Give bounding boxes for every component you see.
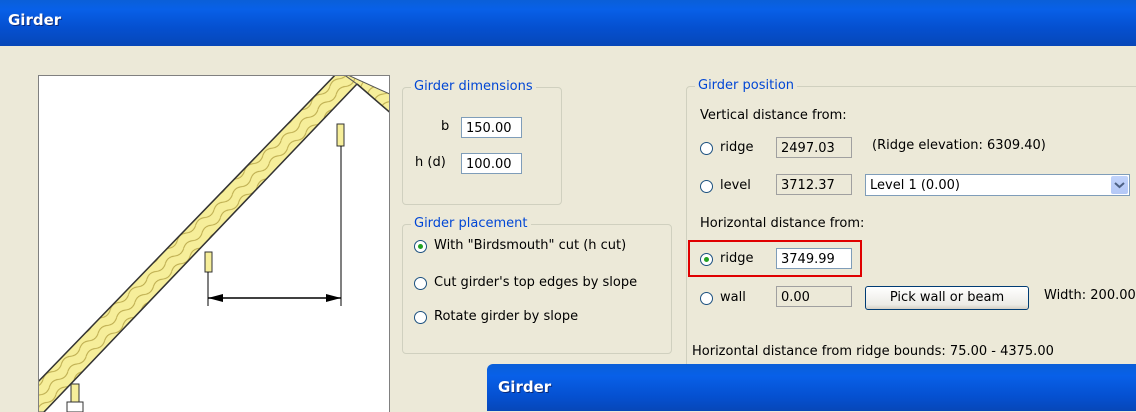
girder-diagram xyxy=(39,76,389,412)
girder-dimensions-group: Girder dimensions xyxy=(402,79,562,205)
horizontal-wall-value: 0.00 xyxy=(776,286,852,307)
width-text: Width: 200.00 xyxy=(1044,288,1136,303)
horizontal-wall-label[interactable]: wall xyxy=(720,290,746,305)
vertical-ridge-radio[interactable] xyxy=(700,142,713,155)
cut-top-edges-label[interactable]: Cut girder's top edges by slope xyxy=(434,275,637,290)
b-label: b xyxy=(441,119,450,134)
vertical-level-radio[interactable] xyxy=(700,180,713,193)
girder-top-block xyxy=(336,123,345,147)
level-select[interactable]: Level 1 (0.00) xyxy=(865,174,1130,196)
window-title: Girder xyxy=(8,11,62,29)
girder-dimensions-legend: Girder dimensions xyxy=(411,79,536,94)
vertical-level-value: 3712.37 xyxy=(776,174,852,195)
highlight-box xyxy=(688,240,862,277)
rotate-girder-label[interactable]: Rotate girder by slope xyxy=(434,309,578,324)
ridge-bounds-text: Horizontal distance from ridge bounds: 7… xyxy=(692,344,1054,359)
girder-placement-legend: Girder placement xyxy=(411,216,531,231)
level-select-value: Level 1 (0.00) xyxy=(870,178,960,193)
h-label: h (d) xyxy=(415,155,446,170)
ridge-elevation-text: (Ridge elevation: 6309.40) xyxy=(872,138,1046,153)
vertical-ridge-value: 2497.03 xyxy=(776,137,852,158)
vertical-distance-label: Vertical distance from: xyxy=(700,108,847,123)
cut-top-edges-radio[interactable] xyxy=(414,277,427,290)
chevron-down-icon[interactable] xyxy=(1111,176,1128,194)
birdsmouth-cut-radio[interactable] xyxy=(414,240,427,253)
sub-window-title: Girder xyxy=(498,378,552,396)
left-rafter xyxy=(39,76,358,412)
girder-sub-window-titlebar[interactable]: Girder xyxy=(487,364,1136,411)
vertical-ridge-label[interactable]: ridge xyxy=(720,140,753,155)
vertical-level-label[interactable]: level xyxy=(720,178,751,193)
horizontal-wall-radio[interactable] xyxy=(700,292,713,305)
girder-preview-image xyxy=(38,75,390,412)
girder-mid-block xyxy=(204,251,213,273)
horizontal-distance-label: Horizontal distance from: xyxy=(700,216,865,231)
girder-position-group: Girder position xyxy=(686,78,1136,378)
title-bar[interactable]: Girder xyxy=(0,0,1136,46)
h-input[interactable]: 100.00 xyxy=(461,153,522,174)
pick-wall-or-beam-button[interactable]: Pick wall or beam xyxy=(865,286,1029,310)
birdsmouth-cut-label[interactable]: With "Birdsmouth" cut (h cut) xyxy=(434,238,626,253)
girder-position-legend: Girder position xyxy=(695,78,798,93)
b-input[interactable]: 150.00 xyxy=(461,117,522,138)
rotate-girder-radio[interactable] xyxy=(414,311,427,324)
